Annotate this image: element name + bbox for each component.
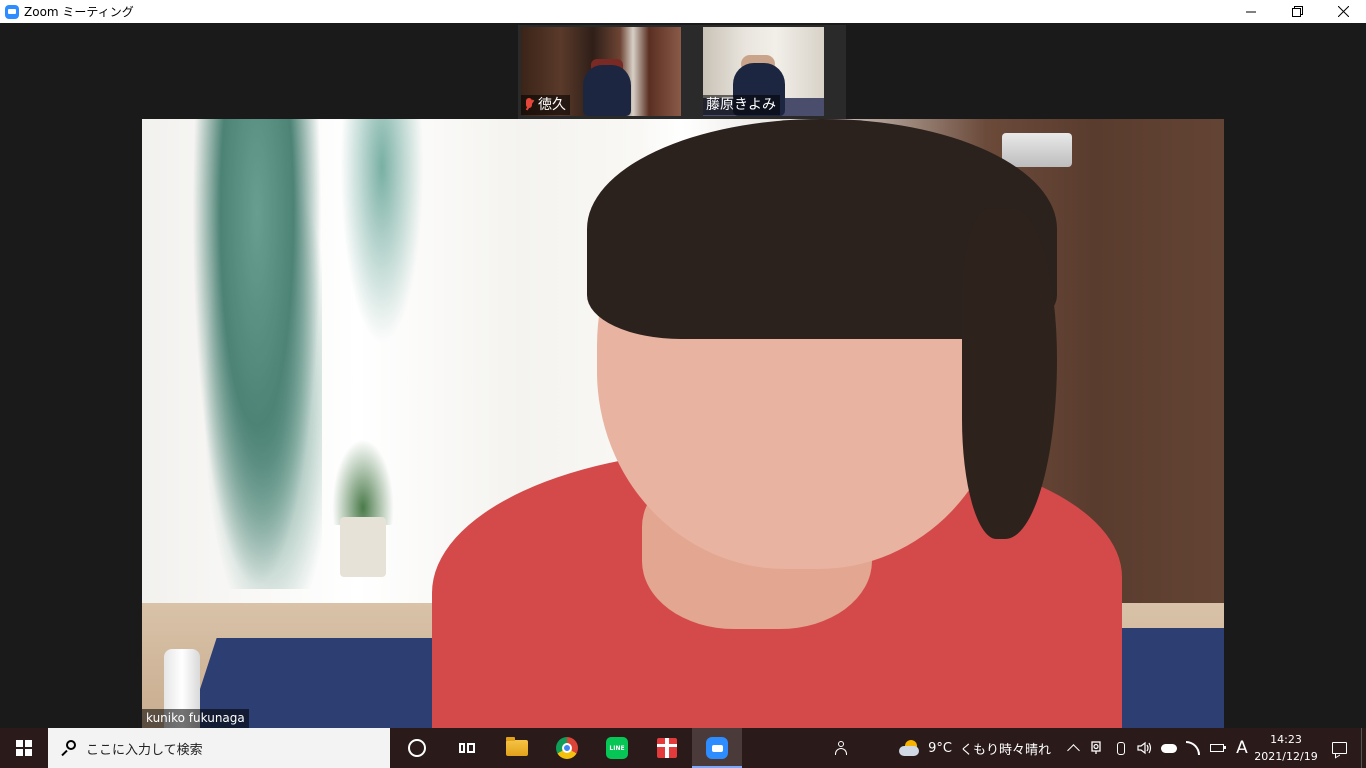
ime-indicator[interactable]: A bbox=[1229, 738, 1255, 758]
action-center-button[interactable] bbox=[1317, 728, 1361, 768]
weather-condition: くもり時々晴れ bbox=[959, 742, 1051, 758]
participant-name: 藤原きよみ bbox=[706, 97, 776, 113]
weather-temperature: 9°C bbox=[928, 740, 952, 756]
zoom-icon bbox=[706, 737, 728, 759]
zoom-logo-icon bbox=[5, 4, 19, 19]
cortana-icon bbox=[408, 739, 426, 757]
gift-icon bbox=[657, 738, 677, 758]
speaker-icon bbox=[1137, 741, 1152, 755]
video-potted-plant bbox=[332, 439, 394, 525]
weather-widget[interactable]: 9°C くもり時々晴れ bbox=[899, 728, 1051, 768]
participant-thumbnail[interactable]: 藤原きよみ bbox=[703, 27, 824, 116]
clock-time: 14:23 bbox=[1270, 733, 1302, 746]
video-wall-plant bbox=[192, 119, 322, 589]
battery-icon bbox=[1210, 744, 1226, 752]
people-button[interactable] bbox=[829, 728, 853, 768]
file-explorer-icon bbox=[506, 737, 528, 756]
microphone-icon bbox=[1117, 741, 1125, 755]
windows-logo-icon bbox=[16, 740, 32, 756]
meeting-area: 徳久 藤原きよみ kuniko fukunaga bbox=[0, 23, 1366, 728]
participant-thumbnail[interactable]: 徳久 bbox=[521, 27, 681, 116]
file-explorer-button[interactable] bbox=[492, 728, 542, 768]
partly-cloudy-icon bbox=[899, 740, 921, 756]
start-button[interactable] bbox=[0, 728, 48, 768]
window-title: Zoom ミーティング bbox=[24, 5, 134, 19]
clock-date: 2021/12/19 bbox=[1254, 750, 1318, 763]
show-desktop-button[interactable] bbox=[1361, 728, 1366, 768]
line-icon: LINE bbox=[606, 737, 628, 759]
volume-button[interactable] bbox=[1133, 728, 1157, 768]
people-icon bbox=[834, 741, 848, 755]
camera-tray-button[interactable] bbox=[1085, 728, 1109, 768]
close-button[interactable] bbox=[1320, 0, 1366, 23]
taskbar-clock[interactable]: 14:23 2021/12/19 bbox=[1254, 728, 1318, 768]
window-controls bbox=[1228, 0, 1366, 23]
line-button[interactable]: LINE bbox=[592, 728, 642, 768]
video-door-handle bbox=[1002, 133, 1072, 167]
restore-icon bbox=[1291, 6, 1303, 17]
close-icon bbox=[1337, 6, 1349, 17]
taskbar: ここに入力して検索 LINE 9°C くもり時々晴れ A 14:23 2021/… bbox=[0, 728, 1366, 768]
chrome-button[interactable] bbox=[542, 728, 592, 768]
participant-name-tag: 徳久 bbox=[521, 95, 570, 115]
participant-name: 徳久 bbox=[538, 97, 566, 113]
show-hidden-icons-button[interactable] bbox=[1061, 728, 1085, 768]
participant-name-tag: 藤原きよみ bbox=[703, 95, 780, 115]
notification-icon bbox=[1331, 742, 1347, 754]
speaker-name-tag: kuniko fukunaga bbox=[142, 709, 249, 728]
microphone-tray-button[interactable] bbox=[1109, 728, 1133, 768]
restore-button[interactable] bbox=[1274, 0, 1320, 23]
system-tray: 9°C くもり時々晴れ A 14:23 2021/12/19 bbox=[829, 728, 1366, 768]
onedrive-button[interactable] bbox=[1157, 728, 1181, 768]
muted-mic-icon bbox=[524, 98, 534, 112]
network-button[interactable] bbox=[1181, 728, 1205, 768]
search-placeholder: ここに入力して検索 bbox=[86, 742, 203, 758]
taskbar-search-box[interactable]: ここに入力して検索 bbox=[48, 728, 390, 768]
thumbnail-strip: 徳久 藤原きよみ bbox=[518, 25, 846, 119]
active-speaker-video[interactable]: kuniko fukunaga bbox=[142, 119, 1224, 728]
minimize-icon bbox=[1246, 11, 1256, 12]
cloud-icon bbox=[1161, 743, 1177, 753]
search-icon bbox=[60, 740, 76, 756]
video-plant-pot bbox=[340, 517, 386, 577]
cortana-button[interactable] bbox=[392, 728, 442, 768]
title-bar: Zoom ミーティング bbox=[0, 0, 1366, 23]
chevron-up-icon bbox=[1066, 743, 1080, 757]
zoom-taskbar-button[interactable] bbox=[692, 728, 742, 768]
camera-icon bbox=[1091, 741, 1101, 754]
task-view-icon bbox=[459, 741, 475, 755]
gift-app-button[interactable] bbox=[642, 728, 692, 768]
video-wall-plant bbox=[337, 119, 427, 359]
minimize-button[interactable] bbox=[1228, 0, 1274, 23]
wifi-icon bbox=[1186, 741, 1200, 755]
battery-button[interactable] bbox=[1205, 728, 1229, 768]
task-view-button[interactable] bbox=[442, 728, 492, 768]
participant-video-figure bbox=[583, 65, 631, 116]
chrome-icon bbox=[556, 737, 578, 759]
